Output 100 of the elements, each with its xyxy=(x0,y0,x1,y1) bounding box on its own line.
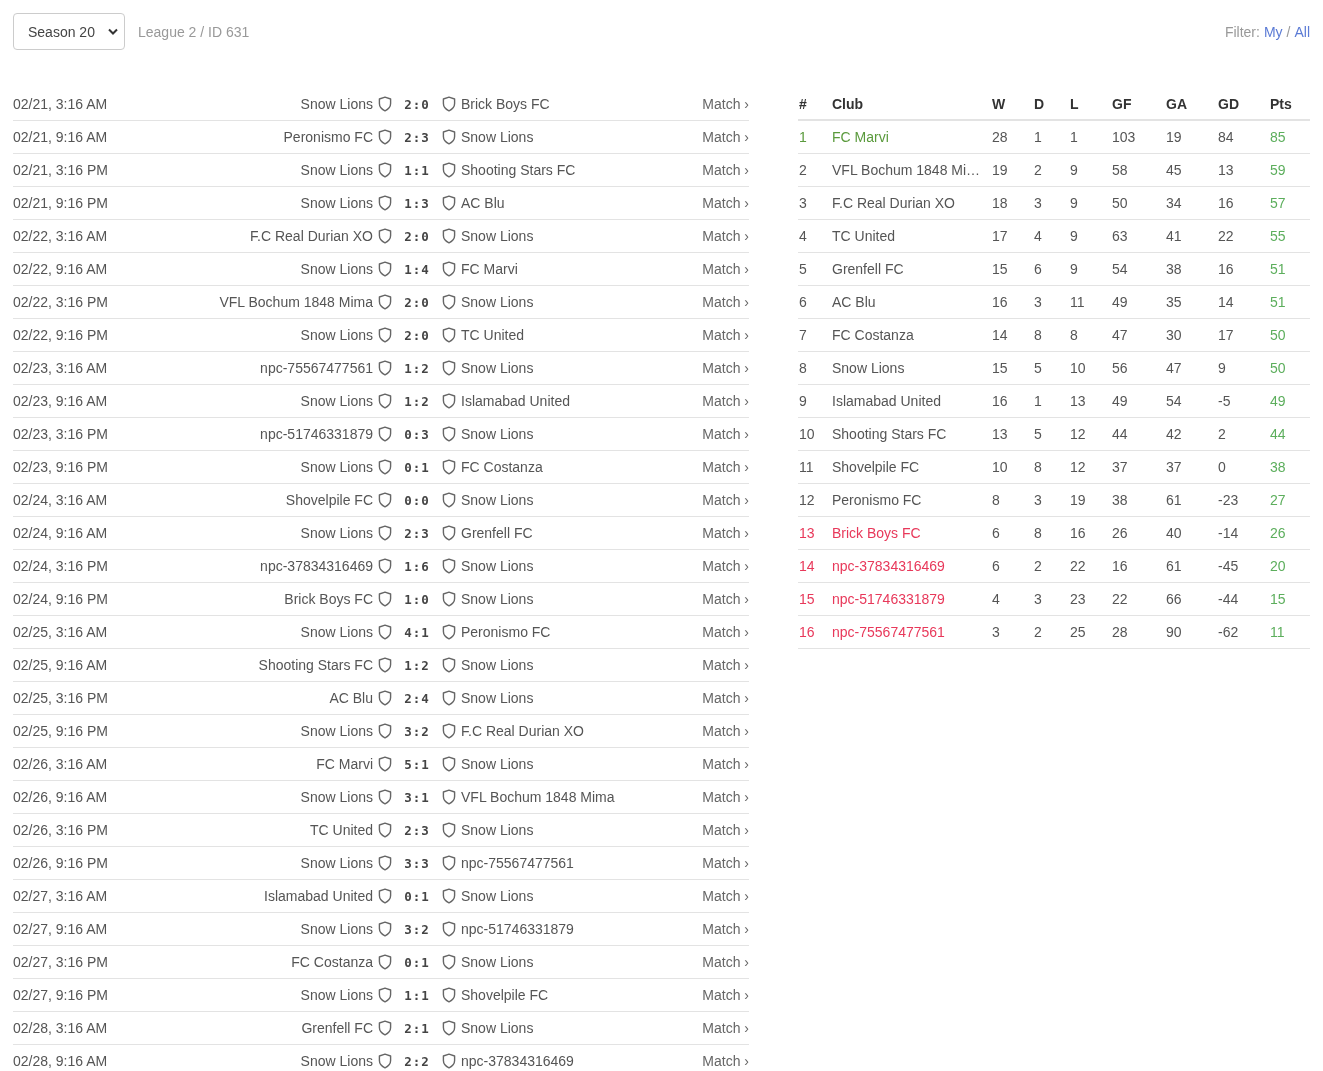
match-link[interactable]: Match › xyxy=(702,789,749,805)
match-link[interactable]: Match › xyxy=(702,162,749,178)
away-team: Snow Lions xyxy=(461,492,535,508)
match-link[interactable]: Match › xyxy=(702,987,749,1003)
shield-icon xyxy=(378,954,392,970)
match-link[interactable]: Match › xyxy=(702,195,749,211)
draws: 8 xyxy=(1033,459,1043,475)
shield-icon xyxy=(442,921,456,937)
shield-icon xyxy=(378,690,392,706)
home-team: TC United xyxy=(308,822,373,838)
column-header: Pts xyxy=(1269,95,1293,112)
match-date: 02/26, 9:16 AM xyxy=(13,789,109,805)
goal-difference: 13 xyxy=(1217,162,1235,178)
match-link[interactable]: Match › xyxy=(702,888,749,904)
match-score: 1:2 xyxy=(403,393,431,409)
goals-against: 40 xyxy=(1165,525,1183,541)
points: 85 xyxy=(1269,129,1287,145)
match-link[interactable]: Match › xyxy=(702,327,749,343)
away-team: Grenfell FC xyxy=(461,525,534,541)
goals-for: 49 xyxy=(1111,393,1129,409)
home-team: npc-75567477561 xyxy=(259,360,373,376)
home-team: Snow Lions xyxy=(299,195,373,211)
points: 44 xyxy=(1269,426,1287,442)
match-date: 02/26, 9:16 PM xyxy=(13,855,109,871)
rank: 3 xyxy=(798,195,808,211)
match-link[interactable]: Match › xyxy=(702,129,749,145)
goals-against: 54 xyxy=(1165,393,1183,409)
home-team: VFL Bochum 1848 Mima xyxy=(218,294,373,310)
shield-icon xyxy=(442,162,456,178)
match-date: 02/21, 9:16 AM xyxy=(13,129,109,145)
match-link[interactable]: Match › xyxy=(702,558,749,574)
away-team: Brick Boys FC xyxy=(461,96,551,112)
shield-icon xyxy=(442,360,456,376)
match-link[interactable]: Match › xyxy=(702,426,749,442)
shield-icon xyxy=(378,96,392,112)
shield-icon xyxy=(378,162,392,178)
match-link[interactable]: Match › xyxy=(702,690,749,706)
match-link[interactable]: Match › xyxy=(702,261,749,277)
shield-icon xyxy=(442,492,456,508)
draws: 8 xyxy=(1033,327,1043,343)
goal-difference: 14 xyxy=(1217,294,1235,310)
home-team: Peronismo FC xyxy=(282,129,373,145)
match-link[interactable]: Match › xyxy=(702,756,749,772)
match-date: 02/22, 3:16 AM xyxy=(13,228,109,244)
goals-for: 50 xyxy=(1111,195,1129,211)
home-team: Snow Lions xyxy=(299,327,373,343)
match-link[interactable]: Match › xyxy=(702,96,749,112)
goal-difference: 84 xyxy=(1217,129,1235,145)
match-link[interactable]: Match › xyxy=(702,954,749,970)
match-link[interactable]: Match › xyxy=(702,1020,749,1036)
match-link[interactable]: Match › xyxy=(702,294,749,310)
draws: 5 xyxy=(1033,426,1043,442)
rank: 13 xyxy=(798,525,816,541)
rank: 1 xyxy=(798,129,808,145)
column-header: GA xyxy=(1165,95,1188,112)
wins: 19 xyxy=(991,162,1009,178)
away-team: Snow Lions xyxy=(461,888,535,904)
match-link[interactable]: Match › xyxy=(702,393,749,409)
match-score: 2:3 xyxy=(403,129,431,145)
match-link[interactable]: Match › xyxy=(702,657,749,673)
goal-difference: 16 xyxy=(1217,195,1235,211)
shield-icon xyxy=(378,657,392,673)
goals-against: 90 xyxy=(1165,624,1183,640)
season-select[interactable]: Season 20 xyxy=(13,13,125,50)
home-team: npc-37834316469 xyxy=(259,558,373,574)
match-link[interactable]: Match › xyxy=(702,723,749,739)
match-link[interactable]: Match › xyxy=(702,822,749,838)
match-score: 1:1 xyxy=(403,162,431,178)
match-date: 02/22, 9:16 PM xyxy=(13,327,109,343)
home-team: npc-51746331879 xyxy=(259,426,373,442)
club-name: AC Blu xyxy=(831,294,877,310)
home-team: FC Costanza xyxy=(290,954,373,970)
match-link[interactable]: Match › xyxy=(702,228,749,244)
away-team: Snow Lions xyxy=(461,129,535,145)
goals-against: 34 xyxy=(1165,195,1183,211)
goals-against: 19 xyxy=(1165,129,1183,145)
match-link[interactable]: Match › xyxy=(702,1053,749,1069)
goals-for: 28 xyxy=(1111,624,1129,640)
match-date: 02/24, 3:16 AM xyxy=(13,492,109,508)
points: 59 xyxy=(1269,162,1287,178)
away-team: Snow Lions xyxy=(461,657,535,673)
match-link[interactable]: Match › xyxy=(702,624,749,640)
draws: 4 xyxy=(1033,228,1043,244)
match-link[interactable]: Match › xyxy=(702,360,749,376)
shield-icon xyxy=(378,426,392,442)
filter-link[interactable]: All xyxy=(1294,23,1310,40)
match-link[interactable]: Match › xyxy=(702,921,749,937)
home-team: Snow Lions xyxy=(299,987,373,1003)
filter-link[interactable]: My xyxy=(1263,23,1283,40)
match-link[interactable]: Match › xyxy=(702,591,749,607)
match-link[interactable]: Match › xyxy=(702,459,749,475)
rank: 12 xyxy=(798,492,816,508)
match-link[interactable]: Match › xyxy=(702,525,749,541)
draws: 3 xyxy=(1033,591,1043,607)
match-link[interactable]: Match › xyxy=(702,492,749,508)
points: 20 xyxy=(1269,558,1287,574)
home-team: Snow Lions xyxy=(299,921,373,937)
home-team: FC Marvi xyxy=(315,756,373,772)
home-team: Snow Lions xyxy=(299,624,373,640)
match-link[interactable]: Match › xyxy=(702,855,749,871)
